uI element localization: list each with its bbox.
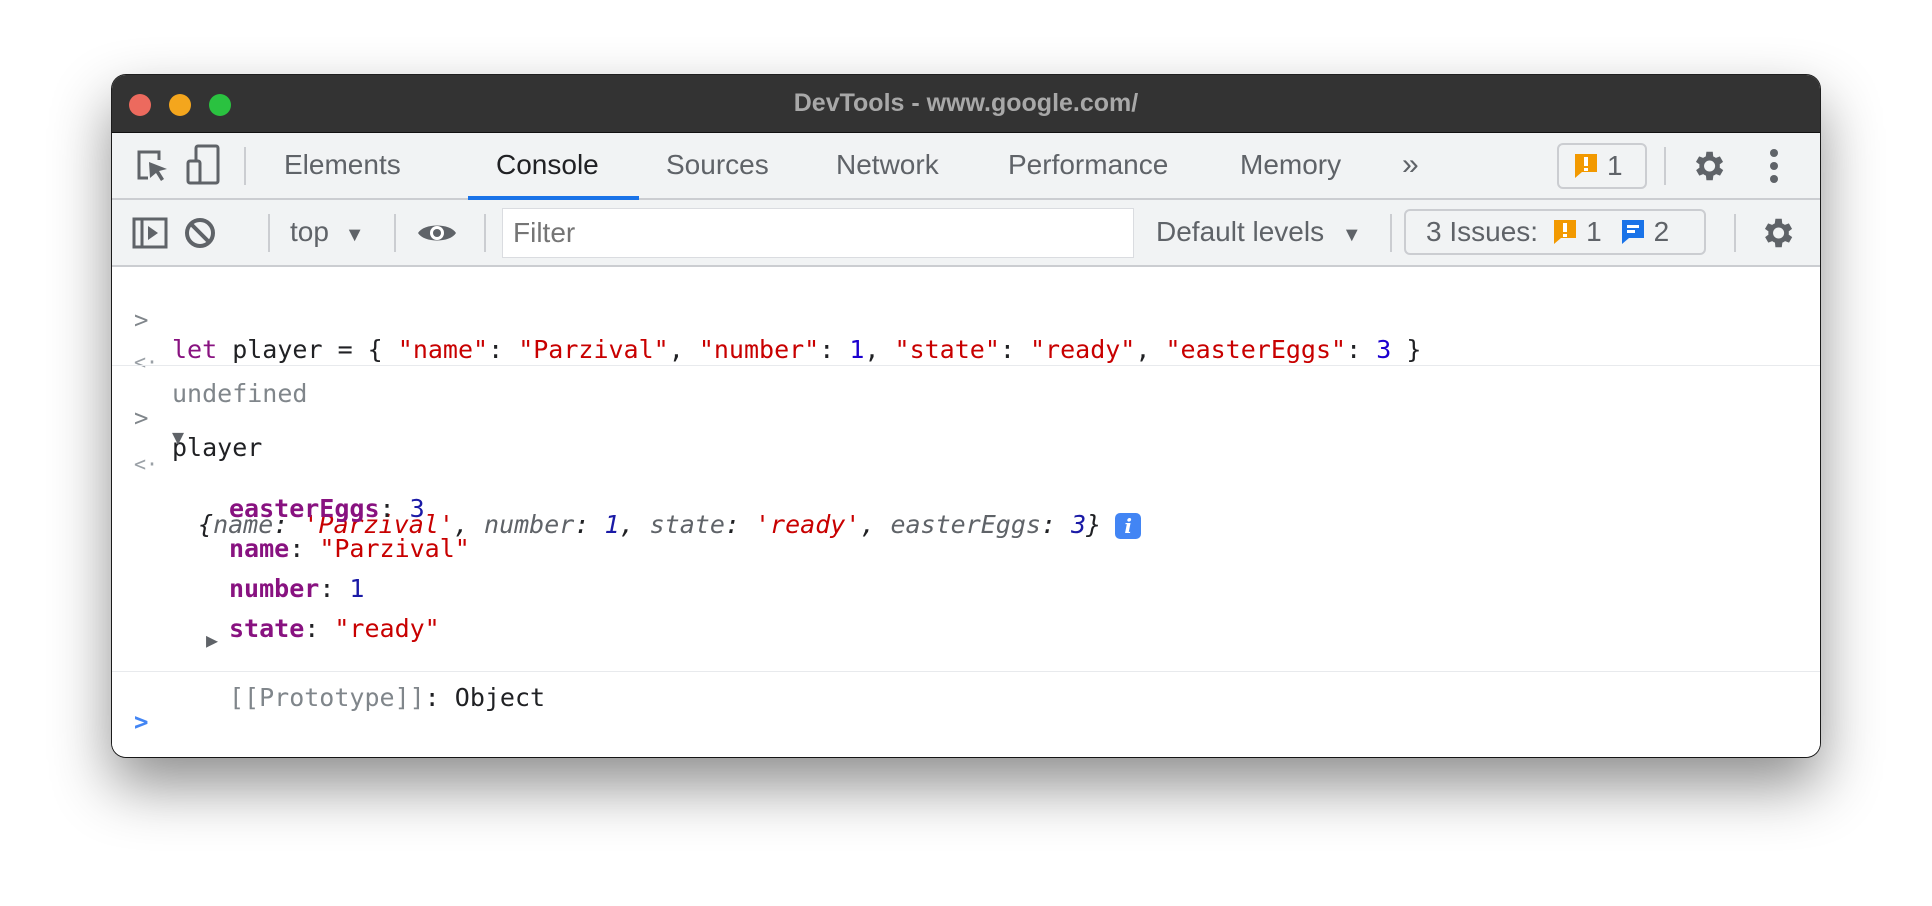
console-toolbar: top ▼ Default levels ▼ 3 Issues: 1 2 (112, 200, 1820, 267)
expand-triangle-icon[interactable]: ▼ (172, 425, 184, 449)
tab-memory[interactable]: Memory (1240, 133, 1341, 198)
tab-network[interactable]: Network (836, 133, 939, 198)
show-sidebar-icon[interactable] (130, 214, 170, 252)
dropdown-arrow-icon: ▼ (344, 224, 365, 246)
issues-info-count: 2 (1653, 216, 1670, 247)
entry-divider (112, 365, 1820, 366)
result-arrow-icon: <· (134, 350, 159, 374)
warning-icon (1554, 220, 1577, 244)
toolbar-separator (268, 214, 270, 252)
toolbar-separator (1390, 214, 1392, 252)
console-object-result: <· ▼ {name: 'Parzival', number: 1, state… (112, 423, 1820, 539)
issues-warning-count: 1 (1586, 216, 1602, 247)
window-title: DevTools - www.google.com/ (793, 89, 1139, 117)
console-result-entry: <· undefined (112, 321, 1820, 408)
console-input-entry: > let player = { "name": "Parzival", "nu… (112, 277, 1820, 364)
dropdown-arrow-icon: ▼ (1341, 224, 1362, 246)
toolbar-separator (1734, 214, 1736, 252)
log-levels-label: Default levels (1156, 216, 1325, 247)
device-toolbar-icon[interactable] (184, 143, 224, 187)
settings-gear-icon[interactable] (1687, 145, 1729, 187)
object-property: easterEggs: 3 (229, 494, 425, 523)
tab-console[interactable]: Console (496, 133, 599, 198)
warning-icon (1575, 154, 1597, 178)
object-prototype[interactable]: ▶ [[Prototype]]: Object (112, 625, 1820, 712)
console-settings-gear-icon[interactable] (1756, 212, 1798, 254)
clear-console-icon[interactable] (180, 213, 220, 253)
issues-button[interactable]: 3 Issues: 1 2 (1404, 209, 1706, 255)
prompt-chevron-icon: > (134, 708, 149, 736)
toolbar-separator (1664, 147, 1666, 185)
tab-elements[interactable]: Elements (284, 133, 401, 198)
warnings-badge-button[interactable]: 1 (1557, 143, 1647, 189)
toolbar-separator (484, 214, 486, 252)
warnings-count: 1 (1607, 150, 1623, 181)
log-levels-dropdown[interactable]: Default levels ▼ (1156, 200, 1362, 265)
console-input-entry: > player (112, 375, 1820, 462)
info-message-icon (1621, 220, 1644, 244)
entry-divider (112, 671, 1820, 672)
object-property: state: "ready" (229, 614, 440, 643)
filter-input[interactable] (502, 208, 1134, 258)
object-property: name: "Parzival" (229, 534, 470, 563)
console-output: > let player = { "name": "Parzival", "nu… (112, 267, 1820, 757)
kebab-menu-icon[interactable] (1762, 145, 1786, 187)
tab-sources[interactable]: Sources (666, 133, 769, 198)
object-property: number: 1 (229, 574, 365, 603)
more-tabs-icon[interactable]: » (1402, 133, 1419, 198)
main-toolbar: Elements Console Sources Network Perform… (112, 133, 1820, 200)
context-selector[interactable]: top ▼ (290, 200, 365, 265)
issues-label: 3 Issues: (1426, 216, 1539, 247)
live-expression-eye-icon[interactable] (415, 213, 459, 253)
toolbar-separator (394, 214, 396, 252)
tab-performance[interactable]: Performance (1008, 133, 1168, 198)
toolbar-separator (244, 147, 246, 185)
expand-triangle-right-icon[interactable]: ▶ (206, 628, 218, 652)
console-prompt-input[interactable]: > (112, 679, 1820, 736)
inspect-element-icon[interactable] (132, 147, 172, 185)
context-selector-value: top (290, 216, 329, 247)
devtools-window: DevTools - www.google.com/ Elements Cons… (112, 75, 1820, 757)
title-bar: DevTools - www.google.com/ (112, 75, 1820, 133)
